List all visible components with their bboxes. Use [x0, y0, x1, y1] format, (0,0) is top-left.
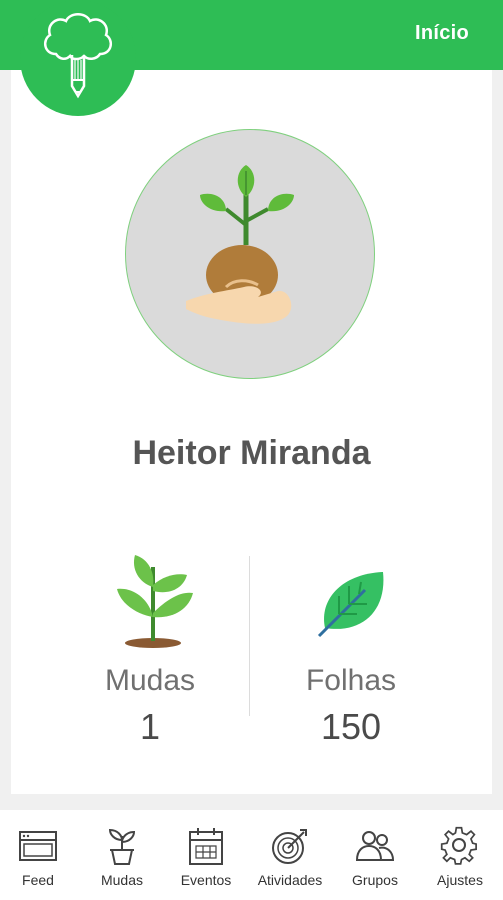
nav-item-ajustes[interactable]: Ajustes: [418, 810, 502, 900]
nav-item-mudas[interactable]: Mudas: [80, 810, 164, 900]
nav-label-feed: Feed: [22, 872, 54, 888]
leaf-icon: [317, 572, 384, 638]
stats-divider: [249, 556, 250, 716]
bottom-navigation: Feed Mudas Eventos Atividades Grupos Aju…: [0, 810, 503, 900]
potted-plant-icon: [108, 828, 136, 865]
stat-label-mudas: Mudas: [104, 664, 196, 697]
nav-label-ajustes: Ajustes: [437, 872, 483, 888]
feed-icon: [19, 831, 57, 861]
nav-label-grupos: Grupos: [352, 872, 398, 888]
nav-label-atividades: Atividades: [257, 872, 323, 888]
profile-avatar: [125, 129, 375, 379]
target-icon: [272, 829, 307, 864]
gear-icon: [440, 826, 477, 865]
nav-item-feed[interactable]: Feed: [0, 810, 80, 900]
seedling-icon: [117, 555, 193, 648]
profile-name: Heitor Miranda: [132, 434, 371, 472]
stat-label-folhas: Folhas: [305, 664, 397, 697]
nav-item-eventos[interactable]: Eventos: [164, 810, 248, 900]
stat-value-mudas: 1: [139, 706, 161, 747]
plant-in-hand-icon: [186, 165, 294, 324]
app-logo[interactable]: [20, 0, 136, 116]
nav-item-grupos[interactable]: Grupos: [333, 810, 417, 900]
nav-label-eventos: Eventos: [180, 872, 232, 888]
page-title: Início: [414, 22, 469, 44]
group-icon: [355, 831, 395, 861]
nav-label-mudas: Mudas: [100, 872, 144, 888]
tree-pencil-icon: [43, 13, 113, 99]
stat-value-folhas: 150: [320, 706, 382, 747]
nav-item-atividades[interactable]: Atividades: [248, 810, 332, 900]
calendar-icon: [189, 828, 223, 865]
